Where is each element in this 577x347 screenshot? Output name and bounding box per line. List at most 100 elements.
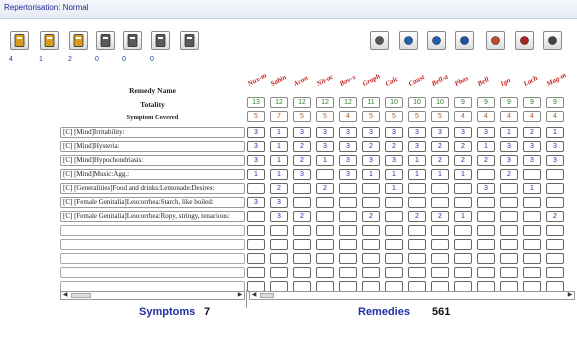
grade-cell[interactable]: 2 bbox=[477, 155, 495, 166]
grade-cell[interactable]: 2 bbox=[293, 211, 311, 222]
symptom-row[interactable]: [C] [Mind]Music:Agg.: bbox=[60, 169, 245, 180]
print-button[interactable] bbox=[515, 31, 534, 50]
rubric-set-6-button[interactable] bbox=[151, 31, 170, 50]
grade-cell[interactable]: 5 bbox=[316, 111, 334, 122]
grade-cell[interactable]: 12 bbox=[270, 97, 288, 108]
scroll-thumb[interactable] bbox=[260, 293, 274, 298]
grade-cell[interactable]: 3 bbox=[247, 155, 265, 166]
grade-cell[interactable] bbox=[362, 183, 380, 194]
grade-cell[interactable] bbox=[546, 169, 564, 180]
rubric-set-1-button[interactable] bbox=[10, 31, 29, 50]
grade-cell[interactable]: 3 bbox=[500, 155, 518, 166]
grade-cell[interactable] bbox=[500, 197, 518, 208]
remedy-header[interactable]: Mag-m bbox=[545, 72, 567, 88]
grade-cell[interactable] bbox=[477, 253, 495, 264]
grade-cell[interactable]: 2 bbox=[385, 141, 403, 152]
grade-cell[interactable]: 2 bbox=[546, 211, 564, 222]
grade-cell[interactable]: 12 bbox=[339, 97, 357, 108]
grade-cell[interactable]: 2 bbox=[270, 183, 288, 194]
grade-cell[interactable] bbox=[523, 267, 541, 278]
grade-cell[interactable] bbox=[431, 239, 449, 250]
grade-cell[interactable]: 12 bbox=[316, 97, 334, 108]
grade-cell[interactable] bbox=[408, 183, 426, 194]
grade-cell[interactable] bbox=[293, 253, 311, 264]
grade-cell[interactable] bbox=[362, 225, 380, 236]
grade-cell[interactable] bbox=[339, 239, 357, 250]
remedy-header[interactable]: Lach bbox=[522, 74, 539, 88]
grade-cell[interactable]: 1 bbox=[454, 169, 472, 180]
grade-cell[interactable] bbox=[339, 183, 357, 194]
grade-cell[interactable] bbox=[247, 253, 265, 264]
grade-cell[interactable] bbox=[431, 267, 449, 278]
grade-cell[interactable]: 3 bbox=[339, 141, 357, 152]
scroll-left-icon[interactable]: ◀ bbox=[250, 292, 258, 299]
grade-cell[interactable]: 3 bbox=[339, 155, 357, 166]
rubric-set-2-button[interactable] bbox=[40, 31, 59, 50]
grade-cell[interactable]: 3 bbox=[247, 127, 265, 138]
splitter[interactable] bbox=[246, 290, 247, 308]
grade-cell[interactable] bbox=[385, 253, 403, 264]
grade-cell[interactable] bbox=[477, 267, 495, 278]
grade-cell[interactable] bbox=[500, 225, 518, 236]
grade-cell[interactable]: 3 bbox=[454, 127, 472, 138]
grade-cell[interactable] bbox=[316, 267, 334, 278]
grade-cell[interactable]: 3 bbox=[385, 127, 403, 138]
grade-cell[interactable] bbox=[270, 253, 288, 264]
grade-cell[interactable] bbox=[362, 239, 380, 250]
grade-cell[interactable] bbox=[408, 225, 426, 236]
grade-cell[interactable] bbox=[477, 239, 495, 250]
grade-cell[interactable] bbox=[523, 253, 541, 264]
grade-cell[interactable]: 3 bbox=[270, 197, 288, 208]
grade-cell[interactable] bbox=[316, 225, 334, 236]
grade-cell[interactable]: 1 bbox=[454, 211, 472, 222]
grade-cell[interactable] bbox=[316, 239, 334, 250]
grade-cell[interactable]: 2 bbox=[523, 127, 541, 138]
grade-cell[interactable]: 3 bbox=[247, 197, 265, 208]
grade-cell[interactable]: 3 bbox=[339, 169, 357, 180]
grade-cell[interactable] bbox=[523, 197, 541, 208]
remedy-header[interactable]: Graph bbox=[361, 72, 381, 88]
copy-button[interactable] bbox=[180, 31, 199, 50]
settings-button[interactable] bbox=[543, 31, 562, 50]
grade-cell[interactable] bbox=[339, 267, 357, 278]
grade-cell[interactable] bbox=[362, 197, 380, 208]
symptom-row[interactable] bbox=[60, 267, 245, 278]
grade-cell[interactable]: 4 bbox=[339, 111, 357, 122]
grade-cell[interactable] bbox=[247, 239, 265, 250]
remedy-header[interactable]: Nit-ac bbox=[315, 73, 335, 88]
symptom-row[interactable] bbox=[60, 225, 245, 236]
grade-cell[interactable] bbox=[546, 225, 564, 236]
grade-cell[interactable]: 3 bbox=[316, 127, 334, 138]
grade-cell[interactable]: 1 bbox=[385, 169, 403, 180]
grade-cell[interactable]: 3 bbox=[247, 141, 265, 152]
grade-cell[interactable] bbox=[293, 225, 311, 236]
grade-cell[interactable]: 5 bbox=[408, 111, 426, 122]
grade-cell[interactable]: 3 bbox=[431, 127, 449, 138]
grade-cell[interactable] bbox=[339, 225, 357, 236]
grade-cell[interactable] bbox=[316, 197, 334, 208]
grade-cell[interactable] bbox=[431, 197, 449, 208]
grade-cell[interactable]: 1 bbox=[270, 169, 288, 180]
remedy-header[interactable]: Bov-x bbox=[338, 73, 357, 88]
symptom-row[interactable]: [C] [Female Genitalia]Leucorrhea:Ropy, s… bbox=[60, 211, 245, 222]
grade-cell[interactable] bbox=[270, 267, 288, 278]
grade-cell[interactable]: 3 bbox=[270, 211, 288, 222]
grade-cell[interactable]: 3 bbox=[477, 183, 495, 194]
grade-cell[interactable] bbox=[523, 169, 541, 180]
grade-cell[interactable]: 9 bbox=[454, 97, 472, 108]
grade-cell[interactable]: 3 bbox=[293, 169, 311, 180]
export-button[interactable] bbox=[486, 31, 505, 50]
grade-cell[interactable]: 3 bbox=[385, 155, 403, 166]
grade-cell[interactable] bbox=[247, 183, 265, 194]
symptom-row[interactable]: [C] [Generalities]Food and drinks:Lemona… bbox=[60, 183, 245, 194]
grade-cell[interactable]: 3 bbox=[362, 127, 380, 138]
grade-cell[interactable] bbox=[408, 239, 426, 250]
grade-cell[interactable] bbox=[316, 253, 334, 264]
grade-cell[interactable]: 3 bbox=[339, 127, 357, 138]
grade-cell[interactable]: 1 bbox=[270, 155, 288, 166]
grade-cell[interactable] bbox=[293, 183, 311, 194]
grade-cell[interactable] bbox=[500, 211, 518, 222]
grade-cell[interactable] bbox=[385, 197, 403, 208]
grade-cell[interactable] bbox=[454, 253, 472, 264]
grade-cell[interactable]: 2 bbox=[500, 169, 518, 180]
